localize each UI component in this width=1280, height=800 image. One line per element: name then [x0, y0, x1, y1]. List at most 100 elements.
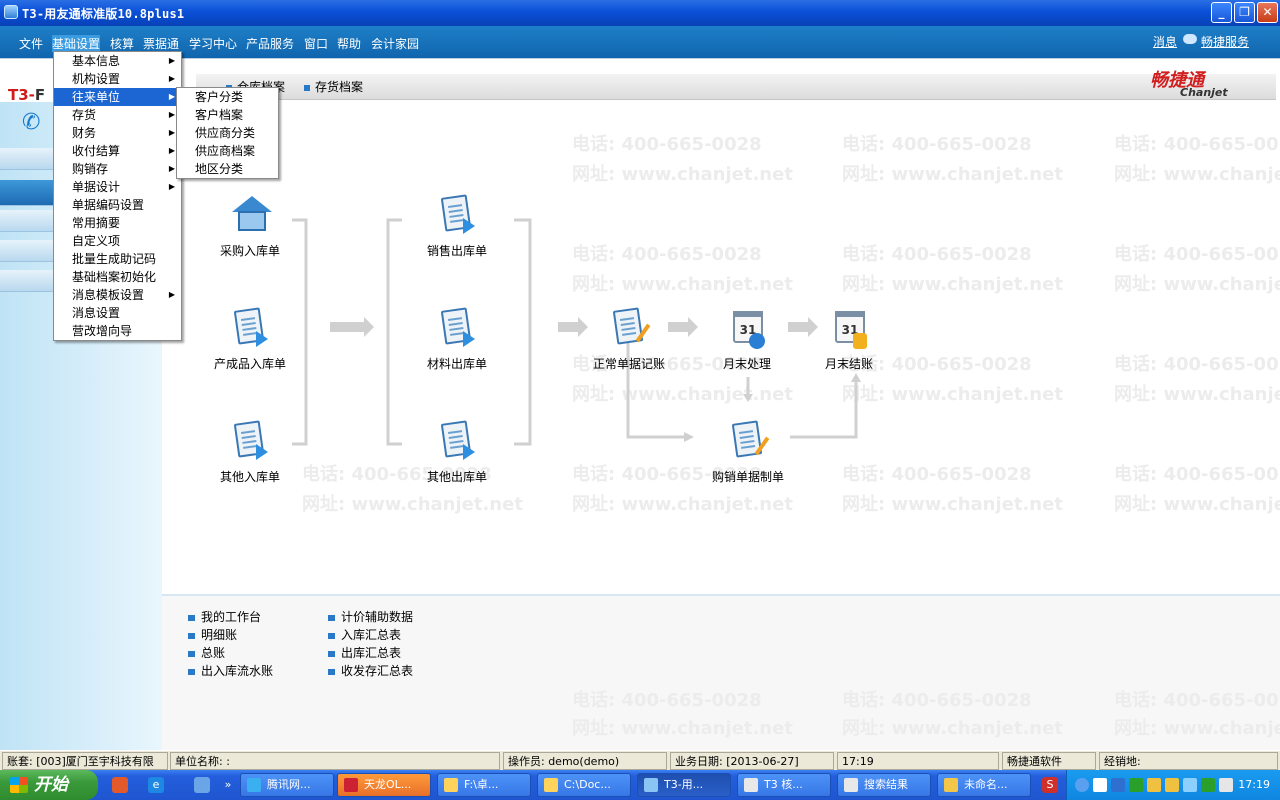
close-button[interactable]: ✕ — [1257, 2, 1278, 23]
node-other-in[interactable]: 其他入库单 — [205, 420, 295, 485]
chanjet-service-link[interactable]: 畅捷服务 — [1201, 33, 1249, 50]
menu-item-batch-mnemonic[interactable]: 批量生成助记码 — [54, 250, 181, 268]
menu-item-basic-info[interactable]: 基本信息 ▶ — [54, 52, 181, 70]
menu-item-doc-numbering[interactable]: 单据编码设置 — [54, 196, 181, 214]
network-icon[interactable] — [1183, 778, 1197, 792]
menu-item-vat-wizard[interactable]: 营改增向导 — [54, 322, 181, 340]
tray-shield-icon[interactable] — [1201, 778, 1215, 792]
menu-item-purchase-sales-stock[interactable]: 购销存 ▶ — [54, 160, 181, 178]
link-general-ledger[interactable]: 总账 — [188, 644, 225, 661]
submenu-arrow-icon: ▶ — [168, 182, 175, 191]
submenu-customer-category[interactable]: 客户分类 — [177, 88, 278, 106]
bullet-icon — [328, 632, 335, 639]
taskbar-clock[interactable]: 17:19 — [1238, 778, 1270, 791]
watermark-phone: 电话: 400-665-0028 — [842, 690, 1032, 711]
tray-arrow-icon[interactable] — [1075, 778, 1089, 792]
taskbar-item-browser[interactable]: 腾讯网... — [240, 773, 334, 797]
node-other-out[interactable]: 其他出库单 — [412, 420, 502, 485]
link-in-out-journal[interactable]: 出入库流水账 — [188, 662, 273, 679]
node-normal-post[interactable]: 正常单据记账 — [584, 307, 674, 372]
link-pricing-data[interactable]: 计价辅助数据 — [328, 608, 413, 625]
submenu-supplier-archive[interactable]: 供应商档案 — [177, 142, 278, 160]
minimize-button[interactable]: _ — [1211, 2, 1232, 23]
menu-item-message-template[interactable]: 消息模板设置 ▶ — [54, 286, 181, 304]
bullet-icon — [188, 614, 195, 621]
taskbar-item-t3-core[interactable]: T3 核... — [737, 773, 831, 797]
tray-app-icon[interactable] — [1093, 778, 1107, 792]
submenu-arrow-icon: ▶ — [168, 146, 175, 155]
menu-item-inventory[interactable]: 存货 ▶ — [54, 106, 181, 124]
submenu-arrow-icon: ▶ — [168, 92, 175, 101]
menu-item-message-settings[interactable]: 消息设置 — [54, 304, 181, 322]
volume-icon[interactable] — [1219, 778, 1233, 792]
menu-item-trading-partners[interactable]: 往来单位 ▶ — [54, 88, 181, 106]
submenu-arrow-icon: ▶ — [168, 74, 175, 83]
watermark-site: 网址: www.chanjet.net — [842, 718, 1063, 739]
bullet-icon — [328, 650, 335, 657]
menu-basic-settings[interactable]: 基础设置 — [52, 35, 101, 52]
taskbar-item-untitled[interactable]: 未命名... — [937, 773, 1031, 797]
menu-item-finance[interactable]: 财务 ▶ — [54, 124, 181, 142]
link-outbound-summary[interactable]: 出库汇总表 — [328, 644, 401, 661]
node-month-close[interactable]: 31 月末结账 — [804, 307, 894, 372]
maximize-button[interactable]: ❐ — [1234, 2, 1255, 23]
tray-app-icon[interactable] — [1111, 778, 1125, 792]
node-purchase-sales-voucher[interactable]: 购销单据制单 — [698, 420, 798, 485]
taskbar-item-folder-f[interactable]: F:\卓... — [437, 773, 531, 797]
messages-link[interactable]: 消息 — [1153, 33, 1177, 50]
taskbar-item-t3-active[interactable]: T3-用... — [637, 773, 731, 797]
document-in-icon — [232, 307, 268, 349]
node-material-out[interactable]: 材料出库单 — [412, 307, 502, 372]
menu-help[interactable]: 帮助 — [337, 35, 361, 52]
tab-inventory[interactable]: 存货档案 — [304, 78, 363, 95]
menu-item-custom-fields[interactable]: 自定义项 — [54, 232, 181, 250]
submenu-arrow-icon: ▶ — [168, 128, 175, 137]
quicklaunch-app-icon[interactable] — [112, 777, 128, 793]
menu-window[interactable]: 窗口 — [304, 35, 328, 52]
taskbar-item-folder-c[interactable]: C:\Doc... — [537, 773, 631, 797]
status-bar: 账套: [003]厦门至宇科技有限 单位名称: : 操作员: demo(demo… — [0, 750, 1280, 770]
input-method-icon[interactable]: S — [1042, 777, 1058, 793]
taskbar-item-game[interactable]: 天龙OL... — [337, 773, 431, 797]
menu-accounting[interactable]: 核算 — [110, 35, 134, 52]
link-my-workbench[interactable]: 我的工作台 — [188, 608, 261, 625]
tray-app-icon[interactable] — [1129, 778, 1143, 792]
menu-products[interactable]: 产品服务 — [246, 35, 294, 52]
node-purchase-in[interactable]: 采购入库单 — [205, 194, 295, 259]
node-sales-out[interactable]: 销售出库单 — [412, 194, 502, 259]
submenu-supplier-category[interactable]: 供应商分类 — [177, 124, 278, 142]
tray-app-icon[interactable] — [1147, 778, 1161, 792]
menu-file[interactable]: 文件 — [19, 35, 43, 52]
document-out-icon — [439, 420, 475, 462]
chevron-right-icon[interactable]: » — [220, 777, 236, 793]
link-stock-summary[interactable]: 收发存汇总表 — [328, 662, 413, 679]
watermark-site: 网址: www.chanjet.net — [1114, 718, 1280, 739]
title-bar: T3-用友通标准版10.8plus1 _ ❐ ✕ — [0, 0, 1280, 26]
menu-item-doc-design[interactable]: 单据设计 ▶ — [54, 178, 181, 196]
node-month-process[interactable]: 31 月末处理 — [702, 307, 792, 372]
menu-learning[interactable]: 学习中心 — [189, 35, 237, 52]
link-detail-ledger[interactable]: 明细账 — [188, 626, 237, 643]
app-icon — [4, 5, 18, 19]
tray-app-icon[interactable] — [1165, 778, 1179, 792]
start-button[interactable]: 开始 — [0, 770, 98, 800]
watermark-phone: 电话: 400-665-0028 — [572, 690, 762, 711]
status-software: 畅捷通软件 — [1002, 752, 1096, 770]
menu-item-common-summary[interactable]: 常用摘要 — [54, 214, 181, 232]
link-inbound-summary[interactable]: 入库汇总表 — [328, 626, 401, 643]
phone-icon[interactable]: ✆ — [22, 110, 40, 135]
menu-invoice[interactable]: 票据通 — [143, 35, 179, 52]
submenu-customer-archive[interactable]: 客户档案 — [177, 106, 278, 124]
bullet-icon — [188, 668, 195, 675]
menu-item-archive-init[interactable]: 基础档案初始化 — [54, 268, 181, 286]
node-product-in[interactable]: 产成品入库单 — [205, 307, 295, 372]
system-tray: 17:19 — [1066, 770, 1280, 800]
menu-item-settlement[interactable]: 收付结算 ▶ — [54, 142, 181, 160]
quicklaunch-icon[interactable] — [194, 777, 210, 793]
submenu-region-category[interactable]: 地区分类 — [177, 160, 278, 178]
ie-icon[interactable]: e — [148, 777, 164, 793]
taskbar-item-search-results[interactable]: 搜索结果 — [837, 773, 931, 797]
menu-accounting-home[interactable]: 会计家园 — [371, 35, 419, 52]
menu-item-org-settings[interactable]: 机构设置 ▶ — [54, 70, 181, 88]
bullet-icon — [328, 614, 335, 621]
